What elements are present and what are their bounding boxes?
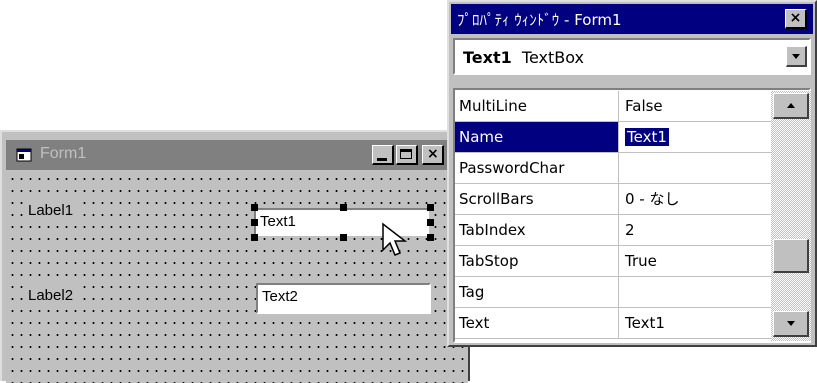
property-value[interactable] <box>621 277 771 307</box>
resize-handle[interactable] <box>340 204 347 211</box>
maximize-icon <box>400 149 412 159</box>
form-designer-window: Form1 × Label1 Label2 Text1 Text2 <box>0 130 470 383</box>
property-name[interactable]: Name <box>455 122 619 152</box>
close-button[interactable]: × <box>422 145 444 165</box>
property-name[interactable]: TabStop <box>455 246 619 276</box>
arrow-up-icon <box>787 103 795 108</box>
property-value[interactable]: 0 - なし <box>621 184 771 214</box>
property-value[interactable]: True <box>621 246 771 276</box>
resize-handle[interactable] <box>427 204 434 211</box>
properties-window: ﾌﾟﾛﾊﾟﾃｨ ｳｨﾝﾄﾞｳ - Form1 × Text1 TextBox M… <box>447 0 817 347</box>
property-value-text: 2 <box>625 221 635 239</box>
property-value[interactable]: Text1 <box>621 122 771 152</box>
text1-value: Text1 <box>260 213 296 230</box>
property-row-tabstop[interactable]: TabStop True <box>455 246 771 277</box>
property-value-text: Text1 <box>625 314 665 332</box>
resize-handle[interactable] <box>340 234 347 241</box>
properties-list: MultiLine False Name Text1 PasswordChar Scrol… <box>455 91 771 339</box>
close-icon: × <box>427 146 439 162</box>
text2-value: Text2 <box>262 288 298 305</box>
property-name[interactable]: ScrollBars <box>455 184 619 214</box>
form-design-surface[interactable]: Label1 Label2 Text1 Text2 <box>6 170 468 383</box>
scroll-thumb[interactable] <box>773 239 809 273</box>
property-value-text: Text1 <box>625 128 669 146</box>
property-value[interactable] <box>621 153 771 183</box>
object-selector-combo[interactable]: Text1 TextBox <box>453 38 811 75</box>
property-name[interactable]: MultiLine <box>455 91 619 121</box>
minimize-button[interactable] <box>372 145 394 165</box>
property-row-name[interactable]: Name Text1 <box>455 122 771 153</box>
text2-control[interactable]: Text2 <box>256 283 431 314</box>
property-row-passwordchar[interactable]: PasswordChar <box>455 153 771 184</box>
property-name[interactable]: Tag <box>455 277 619 307</box>
resize-handle[interactable] <box>427 219 434 226</box>
object-name: Text1 <box>463 48 512 67</box>
properties-title-bar[interactable]: ﾌﾟﾛﾊﾟﾃｨ ｳｨﾝﾄﾞｳ - Form1 × <box>451 4 813 34</box>
property-value[interactable]: Text1 <box>621 308 771 338</box>
property-value-text: False <box>625 97 663 115</box>
scroll-up-button[interactable] <box>773 93 809 119</box>
maximize-button[interactable] <box>396 145 418 165</box>
minimize-icon <box>377 158 387 161</box>
form-title-bar[interactable]: Form1 × <box>6 140 468 170</box>
resize-handle[interactable] <box>251 234 258 241</box>
property-name[interactable]: PasswordChar <box>455 153 619 183</box>
property-row-multiline[interactable]: MultiLine False <box>455 91 771 122</box>
properties-title: ﾌﾟﾛﾊﾟﾃｨ ｳｨﾝﾄﾞｳ - Form1 <box>457 11 622 29</box>
close-icon: × <box>789 10 802 26</box>
mouse-cursor-icon <box>382 222 408 256</box>
label2-control[interactable]: Label2 <box>24 285 78 306</box>
object-type: TextBox <box>521 48 585 67</box>
property-row-scrollbars[interactable]: ScrollBars 0 - なし <box>455 184 771 215</box>
property-name[interactable]: Text <box>455 308 619 338</box>
label1-control[interactable]: Label1 <box>24 200 78 221</box>
property-row-tag[interactable]: Tag <box>455 277 771 308</box>
properties-scrollbar[interactable] <box>771 91 811 341</box>
arrow-down-icon <box>787 321 795 326</box>
property-row-text[interactable]: Text Text1 <box>455 308 771 339</box>
property-value[interactable]: 2 <box>621 215 771 245</box>
form-title: Form1 <box>40 145 87 162</box>
property-value[interactable]: False <box>621 91 771 121</box>
form-icon <box>16 148 32 162</box>
property-value-text: True <box>625 252 657 270</box>
scroll-down-button[interactable] <box>773 311 809 337</box>
property-value-text: 0 - なし <box>625 190 680 208</box>
chevron-down-icon <box>792 54 800 59</box>
property-name[interactable]: TabIndex <box>455 215 619 245</box>
resize-handle[interactable] <box>251 219 258 226</box>
properties-close-button[interactable]: × <box>785 9 807 29</box>
resize-handle[interactable] <box>251 204 258 211</box>
resize-handle[interactable] <box>427 234 434 241</box>
property-row-tabindex[interactable]: TabIndex 2 <box>455 215 771 246</box>
object-dropdown-button[interactable] <box>786 46 807 67</box>
